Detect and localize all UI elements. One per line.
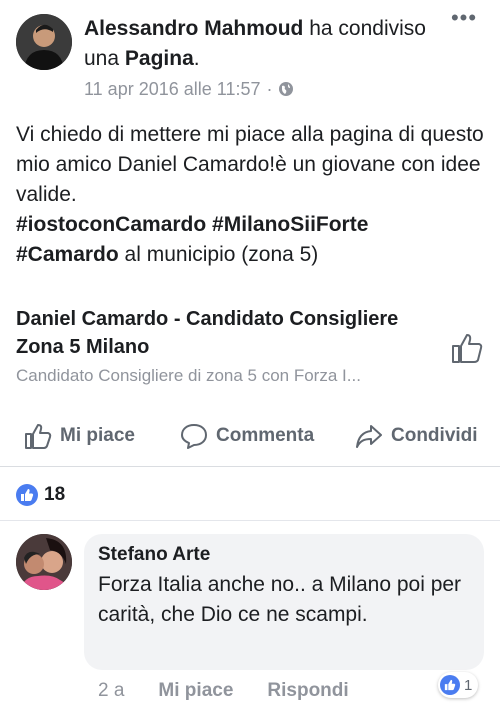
comment-like-link[interactable]: Mi piace — [158, 680, 233, 702]
comment-bubble: Stefano Arte Forza Italia anche no.. a M… — [84, 534, 484, 670]
commenter-avatar[interactable] — [16, 534, 72, 590]
reactions-summary[interactable]: 18 — [16, 484, 65, 506]
like-button[interactable]: Mi piace — [24, 422, 135, 450]
hashtag-camardo[interactable]: #Camardo — [16, 243, 119, 266]
actions-divider — [0, 466, 500, 467]
comment-button[interactable]: Commenta — [180, 422, 314, 450]
globe-icon — [279, 82, 294, 96]
author-name[interactable]: Alessandro Mahmoud — [84, 17, 303, 40]
shared-page-subtitle: Candidato Consigliere di zona 5 con Forz… — [16, 366, 361, 385]
post-actions: Mi piace Commenta Condividi — [0, 412, 500, 462]
comment-actions: 2 a Mi piace Rispondi — [98, 680, 349, 702]
post-header: Alessandro Mahmoud ha condiviso una Pagi… — [0, 0, 500, 110]
thumbs-up-icon — [452, 334, 483, 363]
post-author-line: Alessandro Mahmoud ha condiviso una Pagi… — [84, 14, 444, 74]
comment-text: Forza Italia anche no.. a Milano poi per… — [98, 573, 462, 626]
post-timestamp[interactable]: 11 apr 2016 alle 11:57 — [84, 78, 260, 100]
comment-like-count: 1 — [464, 676, 473, 694]
more-options-button[interactable]: ••• — [448, 7, 480, 34]
post-body: Vi chiedo di mettere mi piace alla pagin… — [16, 120, 486, 270]
commenter-name[interactable]: Stefano Arte — [98, 542, 470, 568]
post-text-end: al municipio (zona 5) — [124, 243, 319, 266]
comment-label: Commenta — [216, 425, 315, 446]
thumbs-up-icon — [25, 424, 52, 449]
meta-separator: · — [266, 79, 273, 99]
author-avatar[interactable] — [16, 14, 72, 70]
comment-reaction-badge[interactable]: 1 — [438, 672, 479, 698]
post-meta: 11 apr 2016 alle 11:57 · — [84, 78, 294, 100]
hashtag-milanosiiforte[interactable]: #MilanoSiiForte — [212, 213, 368, 236]
shared-page-title[interactable]: Daniel Camardo - Candidato Consigliere Z… — [16, 305, 416, 361]
shared-page-card[interactable]: Daniel Camardo - Candidato Consigliere Z… — [16, 305, 486, 395]
page-like-button[interactable] — [450, 331, 484, 365]
shared-text: ha — [309, 17, 333, 40]
reactions-divider — [0, 520, 500, 521]
share-label: Condividi — [391, 425, 478, 446]
share-button[interactable]: Condividi — [355, 422, 478, 450]
like-label: Mi piace — [60, 425, 135, 446]
shared-object-link[interactable]: Pagina — [125, 47, 194, 70]
comment-icon — [181, 424, 207, 449]
comment-time[interactable]: 2 a — [98, 680, 124, 702]
like-reaction-icon — [440, 675, 460, 695]
post-text: Vi chiedo di mettere mi piace alla pagin… — [16, 123, 484, 206]
reaction-count: 18 — [44, 484, 66, 505]
comment-reply-link[interactable]: Rispondi — [267, 680, 348, 702]
more-icon: ••• — [450, 5, 478, 30]
like-reaction-icon — [16, 484, 38, 506]
share-icon — [356, 425, 382, 448]
shared-end: . — [193, 47, 200, 70]
hashtag-iostoconcamardo[interactable]: #iostoconCamardo — [16, 213, 206, 236]
